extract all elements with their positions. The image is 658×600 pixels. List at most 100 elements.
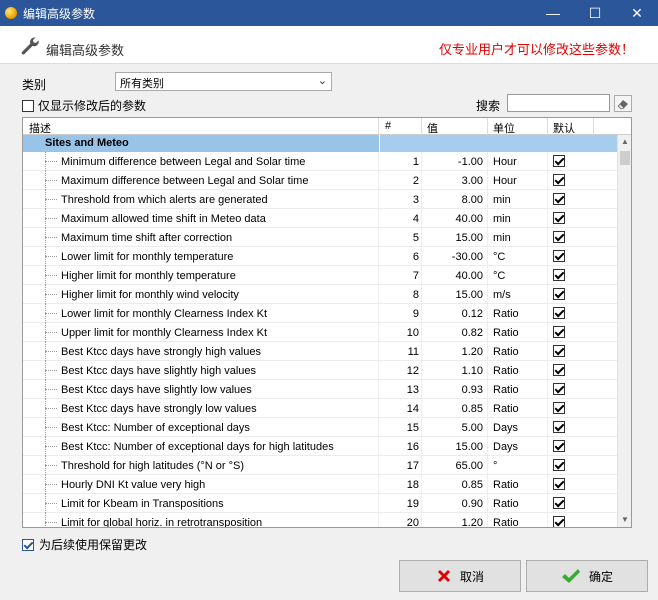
default-checkbox[interactable] <box>553 326 565 339</box>
default-checkbox[interactable] <box>553 497 565 510</box>
default-checkbox-cell <box>553 497 565 510</box>
parameter-unit: °C <box>493 270 506 282</box>
default-checkbox[interactable] <box>553 174 565 187</box>
default-checkbox[interactable] <box>553 155 565 168</box>
default-checkbox[interactable] <box>553 193 565 206</box>
default-checkbox[interactable] <box>553 440 565 453</box>
parameter-value[interactable]: 15.00 <box>421 289 483 301</box>
table-row[interactable]: Best Ktcc days have strongly low values 1… <box>23 399 617 418</box>
default-checkbox-cell <box>553 212 565 225</box>
default-checkbox-cell <box>553 193 565 206</box>
default-checkbox[interactable] <box>553 307 565 320</box>
parameter-value[interactable]: 0.90 <box>421 498 483 510</box>
table-row[interactable]: Best Ktcc: Number of exceptional days fo… <box>23 437 617 456</box>
parameter-description: Best Ktcc: Number of exceptional days <box>61 422 250 434</box>
table-row[interactable]: Lower limit for monthly Clearness Index … <box>23 304 617 323</box>
cancel-button[interactable]: 取消 <box>399 560 521 592</box>
table-row[interactable]: Lower limit for monthly temperature 6 -30.… <box>23 247 617 266</box>
table-row[interactable]: Best Ktcc days have slightly high values… <box>23 361 617 380</box>
default-checkbox-cell <box>553 440 565 453</box>
parameter-value[interactable]: 1.10 <box>421 365 483 377</box>
default-checkbox[interactable] <box>553 364 565 377</box>
chevron-down-icon: ⌄ <box>317 75 327 87</box>
maximize-button[interactable]: ☐ <box>574 0 616 26</box>
default-checkbox[interactable] <box>553 231 565 244</box>
minimize-button[interactable]: — <box>532 0 574 26</box>
modified-only-toggle[interactable]: 仅显示修改后的参数 <box>22 97 146 114</box>
table-row[interactable]: Threshold from which alerts are generate… <box>23 190 617 209</box>
parameter-description: Higher limit for monthly temperature <box>61 270 236 282</box>
parameter-value[interactable]: 3.00 <box>421 175 483 187</box>
eraser-icon[interactable] <box>614 95 632 112</box>
column-header-unit[interactable]: 单位 <box>493 120 515 136</box>
search-label: 搜索 <box>476 99 501 113</box>
parameters-table[interactable]: 描述 # 值 单位 默认 Sites and Meteo Minimum dif… <box>22 117 632 528</box>
table-row[interactable]: Hourly DNI Kt value very high 18 0.85 Ratio <box>23 475 617 494</box>
parameter-description: Best Ktcc: Number of exceptional days fo… <box>61 441 334 453</box>
table-row[interactable]: Maximum time shift after correction 5 15.0… <box>23 228 617 247</box>
scroll-down-icon[interactable]: ▼ <box>618 513 631 527</box>
modified-only-checkbox[interactable] <box>22 99 34 112</box>
parameter-value[interactable]: -1.00 <box>421 156 483 168</box>
table-row[interactable]: Higher limit for monthly temperature 7 40.… <box>23 266 617 285</box>
parameter-number: 7 <box>412 270 419 282</box>
default-checkbox[interactable] <box>553 478 565 491</box>
keep-changes-checkbox[interactable] <box>22 538 34 551</box>
parameter-value[interactable]: 1.20 <box>421 517 483 527</box>
parameter-value[interactable]: 0.93 <box>421 384 483 396</box>
parameter-value[interactable]: 65.00 <box>421 460 483 472</box>
parameter-value[interactable]: 5.00 <box>421 422 483 434</box>
close-button[interactable]: ✕ <box>616 0 658 26</box>
parameter-value[interactable]: 1.20 <box>421 346 483 358</box>
parameter-value[interactable]: -30.00 <box>421 251 483 263</box>
parameter-value[interactable]: 0.85 <box>421 479 483 491</box>
table-row[interactable]: Higher limit for monthly wind velocity 8 1… <box>23 285 617 304</box>
parameter-description: Limit for Kbeam in Transpositions <box>61 498 224 510</box>
table-row[interactable]: Limit for Kbeam in Transpositions 19 0.90 R… <box>23 494 617 513</box>
default-checkbox-cell <box>553 421 565 434</box>
table-row[interactable]: Threshold for high latitudes (°N or °S) 1… <box>23 456 617 475</box>
table-row[interactable]: Best Ktcc days have strongly high values… <box>23 342 617 361</box>
column-header-value[interactable]: 值 <box>427 120 438 136</box>
parameter-value[interactable]: 15.00 <box>421 441 483 453</box>
parameter-value[interactable]: 40.00 <box>421 270 483 282</box>
parameter-value[interactable]: 8.00 <box>421 194 483 206</box>
keep-changes-toggle[interactable]: 为后续使用保留更改 <box>22 536 147 553</box>
parameter-description: Limit for global horiz. in retrotranspos… <box>61 517 263 528</box>
default-checkbox[interactable] <box>553 212 565 225</box>
table-row[interactable]: Best Ktcc: Number of exceptional days 15 5… <box>23 418 617 437</box>
scrollbar-thumb[interactable] <box>620 151 630 165</box>
search-input[interactable] <box>507 94 610 112</box>
default-checkbox[interactable] <box>553 345 565 358</box>
vertical-scrollbar[interactable]: ▲ ▼ <box>617 135 631 527</box>
table-row[interactable]: Minimum difference between Legal and Sol… <box>23 152 617 171</box>
ok-button[interactable]: 确定 <box>526 560 648 592</box>
parameter-number: 18 <box>406 479 419 491</box>
default-checkbox-cell <box>553 231 565 244</box>
column-header-number[interactable]: # <box>385 120 391 132</box>
parameter-value[interactable]: 0.85 <box>421 403 483 415</box>
pro-user-warning: 仅专业用户才可以修改这些参数！ <box>438 42 634 57</box>
column-header-description[interactable]: 描述 <box>29 120 51 136</box>
category-select[interactable]: 所有类别 ⌄ <box>115 72 332 91</box>
default-checkbox[interactable] <box>553 516 565 527</box>
default-checkbox[interactable] <box>553 269 565 282</box>
default-checkbox[interactable] <box>553 383 565 396</box>
scroll-up-icon[interactable]: ▲ <box>618 135 631 149</box>
column-header-default[interactable]: 默认 <box>553 120 575 136</box>
table-row[interactable]: Limit for global horiz. in retrotranspos… <box>23 513 617 528</box>
parameter-value[interactable]: 0.82 <box>421 327 483 339</box>
default-checkbox[interactable] <box>553 421 565 434</box>
default-checkbox[interactable] <box>553 459 565 472</box>
table-row[interactable]: Maximum difference between Legal and Sol… <box>23 171 617 190</box>
group-row-sites-meteo[interactable]: Sites and Meteo <box>23 135 617 152</box>
parameter-value[interactable]: 40.00 <box>421 213 483 225</box>
default-checkbox[interactable] <box>553 288 565 301</box>
default-checkbox[interactable] <box>553 250 565 263</box>
parameter-value[interactable]: 15.00 <box>421 232 483 244</box>
default-checkbox[interactable] <box>553 402 565 415</box>
table-row[interactable]: Upper limit for monthly Clearness Index … <box>23 323 617 342</box>
table-row[interactable]: Best Ktcc days have slightly low values 1… <box>23 380 617 399</box>
table-row[interactable]: Maximum allowed time shift in Meteo data… <box>23 209 617 228</box>
parameter-value[interactable]: 0.12 <box>421 308 483 320</box>
